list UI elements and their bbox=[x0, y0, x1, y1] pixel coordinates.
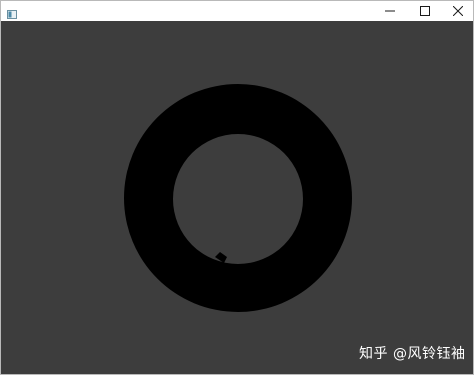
close-icon bbox=[453, 6, 463, 16]
ring-scene bbox=[124, 84, 352, 312]
close-button[interactable] bbox=[443, 1, 473, 21]
black-ring bbox=[124, 84, 352, 312]
title-bar[interactable] bbox=[1, 1, 473, 21]
app-window: 知乎 @风铃钰袖 bbox=[0, 0, 474, 375]
app-icon bbox=[7, 6, 17, 19]
minimize-icon bbox=[385, 6, 395, 16]
minimize-button[interactable] bbox=[373, 1, 407, 21]
maximize-button[interactable] bbox=[408, 1, 442, 21]
maximize-icon bbox=[420, 6, 430, 16]
render-canvas[interactable]: 知乎 @风铃钰袖 bbox=[1, 21, 473, 374]
watermark-text: 知乎 @风铃钰袖 bbox=[359, 346, 466, 362]
